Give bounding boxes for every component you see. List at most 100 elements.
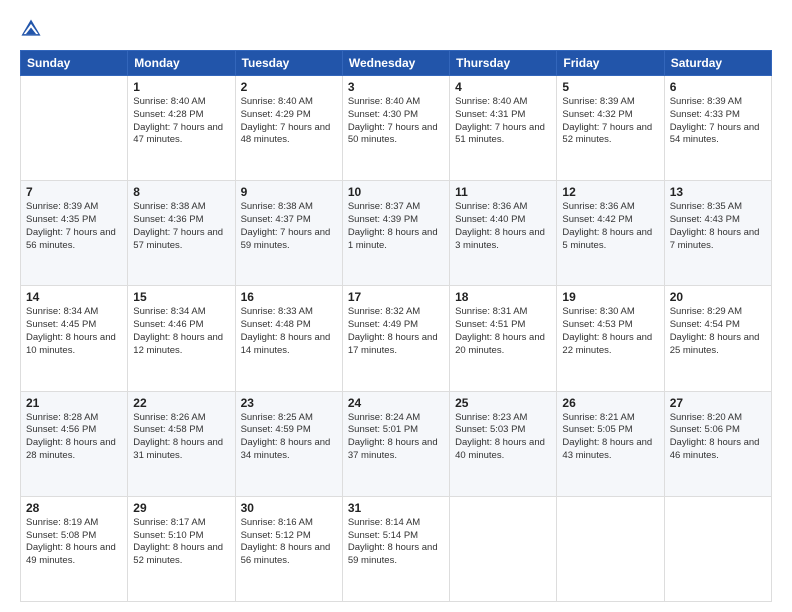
day-number: 17 <box>348 290 444 304</box>
day-info: Sunrise: 8:35 AM Sunset: 4:43 PM Dayligh… <box>670 201 766 252</box>
day-info: Sunrise: 8:40 AM Sunset: 4:31 PM Dayligh… <box>455 96 551 147</box>
calendar-cell: 25 Sunrise: 8:23 AM Sunset: 5:03 PM Dayli… <box>450 391 557 496</box>
day-info: Sunrise: 8:40 AM Sunset: 4:30 PM Dayligh… <box>348 96 444 147</box>
calendar-cell: 6 Sunrise: 8:39 AM Sunset: 4:33 PM Daylig… <box>664 76 771 181</box>
day-info: Sunrise: 8:23 AM Sunset: 5:03 PM Dayligh… <box>455 412 551 463</box>
calendar-week-1: 7Sunrise: 8:39 AM Sunset: 4:35 PM Daylig… <box>21 181 772 286</box>
day-info: Sunrise: 8:34 AM Sunset: 4:46 PM Dayligh… <box>133 306 229 357</box>
day-info: Sunrise: 8:17 AM Sunset: 5:10 PM Dayligh… <box>133 517 229 568</box>
day-info: Sunrise: 8:36 AM Sunset: 4:42 PM Dayligh… <box>562 201 658 252</box>
calendar-cell: 22 Sunrise: 8:26 AM Sunset: 4:58 PM Dayli… <box>128 391 235 496</box>
day-number: 9 <box>241 185 337 199</box>
day-info: Sunrise: 8:32 AM Sunset: 4:49 PM Dayligh… <box>348 306 444 357</box>
calendar-header-monday: Monday <box>128 51 235 76</box>
day-info: Sunrise: 8:14 AM Sunset: 5:14 PM Dayligh… <box>348 517 444 568</box>
calendar-cell: 1 Sunrise: 8:40 AM Sunset: 4:28 PM Daylig… <box>128 76 235 181</box>
calendar-cell: 29 Sunrise: 8:17 AM Sunset: 5:10 PM Dayli… <box>128 496 235 601</box>
calendar-cell: 23Sunrise: 8:25 AM Sunset: 4:59 PM Dayli… <box>235 391 342 496</box>
calendar-cell: 11Sunrise: 8:36 AM Sunset: 4:40 PM Dayli… <box>450 181 557 286</box>
day-number: 31 <box>348 501 444 515</box>
day-info: Sunrise: 8:36 AM Sunset: 4:40 PM Dayligh… <box>455 201 551 252</box>
calendar-header-row: SundayMondayTuesdayWednesdayThursdayFrid… <box>21 51 772 76</box>
day-number: 8 <box>133 185 229 199</box>
day-number: 10 <box>348 185 444 199</box>
calendar-cell: 19 Sunrise: 8:30 AM Sunset: 4:53 PM Dayli… <box>557 286 664 391</box>
day-number: 29 <box>133 501 229 515</box>
calendar-cell: 26 Sunrise: 8:21 AM Sunset: 5:05 PM Dayli… <box>557 391 664 496</box>
calendar-cell: 4 Sunrise: 8:40 AM Sunset: 4:31 PM Daylig… <box>450 76 557 181</box>
calendar-header-tuesday: Tuesday <box>235 51 342 76</box>
logo <box>20 18 44 40</box>
day-info: Sunrise: 8:19 AM Sunset: 5:08 PM Dayligh… <box>26 517 122 568</box>
page: SundayMondayTuesdayWednesdayThursdayFrid… <box>0 0 792 612</box>
calendar-cell: 17 Sunrise: 8:32 AM Sunset: 4:49 PM Dayli… <box>342 286 449 391</box>
calendar-cell: 28 Sunrise: 8:19 AM Sunset: 5:08 PM Dayli… <box>21 496 128 601</box>
calendar-header-wednesday: Wednesday <box>342 51 449 76</box>
day-number: 26 <box>562 396 658 410</box>
day-info: Sunrise: 8:25 AM Sunset: 4:59 PM Dayligh… <box>241 412 337 463</box>
day-info: Sunrise: 8:30 AM Sunset: 4:53 PM Dayligh… <box>562 306 658 357</box>
day-info: Sunrise: 8:39 AM Sunset: 4:32 PM Dayligh… <box>562 96 658 147</box>
day-info: Sunrise: 8:29 AM Sunset: 4:54 PM Dayligh… <box>670 306 766 357</box>
day-number: 2 <box>241 80 337 94</box>
day-number: 21 <box>26 396 122 410</box>
day-number: 27 <box>670 396 766 410</box>
calendar-cell: 16Sunrise: 8:33 AM Sunset: 4:48 PM Dayli… <box>235 286 342 391</box>
day-info: Sunrise: 8:16 AM Sunset: 5:12 PM Dayligh… <box>241 517 337 568</box>
calendar-cell: 2Sunrise: 8:40 AM Sunset: 4:29 PM Daylig… <box>235 76 342 181</box>
day-info: Sunrise: 8:39 AM Sunset: 4:33 PM Dayligh… <box>670 96 766 147</box>
day-info: Sunrise: 8:38 AM Sunset: 4:36 PM Dayligh… <box>133 201 229 252</box>
day-number: 1 <box>133 80 229 94</box>
calendar-header-sunday: Sunday <box>21 51 128 76</box>
calendar-table: SundayMondayTuesdayWednesdayThursdayFrid… <box>20 50 772 602</box>
day-number: 30 <box>241 501 337 515</box>
calendar-cell: 20 Sunrise: 8:29 AM Sunset: 4:54 PM Dayli… <box>664 286 771 391</box>
calendar-header-friday: Friday <box>557 51 664 76</box>
day-number: 4 <box>455 80 551 94</box>
calendar-cell: 13 Sunrise: 8:35 AM Sunset: 4:43 PM Dayli… <box>664 181 771 286</box>
logo-icon <box>20 18 42 40</box>
calendar-header-thursday: Thursday <box>450 51 557 76</box>
calendar-cell <box>557 496 664 601</box>
calendar-cell: 30 Sunrise: 8:16 AM Sunset: 5:12 PM Dayli… <box>235 496 342 601</box>
day-info: Sunrise: 8:40 AM Sunset: 4:28 PM Dayligh… <box>133 96 229 147</box>
day-number: 14 <box>26 290 122 304</box>
calendar-cell: 9Sunrise: 8:38 AM Sunset: 4:37 PM Daylig… <box>235 181 342 286</box>
calendar-cell: 3Sunrise: 8:40 AM Sunset: 4:30 PM Daylig… <box>342 76 449 181</box>
calendar-cell <box>450 496 557 601</box>
calendar-header-saturday: Saturday <box>664 51 771 76</box>
day-number: 16 <box>241 290 337 304</box>
day-info: Sunrise: 8:34 AM Sunset: 4:45 PM Dayligh… <box>26 306 122 357</box>
day-number: 25 <box>455 396 551 410</box>
day-number: 12 <box>562 185 658 199</box>
calendar-cell <box>21 76 128 181</box>
calendar-cell <box>664 496 771 601</box>
calendar-week-4: 28 Sunrise: 8:19 AM Sunset: 5:08 PM Dayli… <box>21 496 772 601</box>
calendar-cell: 27Sunrise: 8:20 AM Sunset: 5:06 PM Dayli… <box>664 391 771 496</box>
day-info: Sunrise: 8:26 AM Sunset: 4:58 PM Dayligh… <box>133 412 229 463</box>
calendar-cell: 14 Sunrise: 8:34 AM Sunset: 4:45 PM Dayli… <box>21 286 128 391</box>
day-number: 19 <box>562 290 658 304</box>
day-number: 15 <box>133 290 229 304</box>
calendar-cell: 7Sunrise: 8:39 AM Sunset: 4:35 PM Daylig… <box>21 181 128 286</box>
day-number: 18 <box>455 290 551 304</box>
calendar-cell: 10Sunrise: 8:37 AM Sunset: 4:39 PM Dayli… <box>342 181 449 286</box>
day-info: Sunrise: 8:31 AM Sunset: 4:51 PM Dayligh… <box>455 306 551 357</box>
day-number: 13 <box>670 185 766 199</box>
calendar-week-0: 1 Sunrise: 8:40 AM Sunset: 4:28 PM Daylig… <box>21 76 772 181</box>
day-number: 5 <box>562 80 658 94</box>
day-info: Sunrise: 8:21 AM Sunset: 5:05 PM Dayligh… <box>562 412 658 463</box>
day-number: 6 <box>670 80 766 94</box>
day-number: 20 <box>670 290 766 304</box>
calendar-cell: 21 Sunrise: 8:28 AM Sunset: 4:56 PM Dayli… <box>21 391 128 496</box>
day-info: Sunrise: 8:28 AM Sunset: 4:56 PM Dayligh… <box>26 412 122 463</box>
calendar-cell: 18 Sunrise: 8:31 AM Sunset: 4:51 PM Dayli… <box>450 286 557 391</box>
calendar-cell: 24Sunrise: 8:24 AM Sunset: 5:01 PM Dayli… <box>342 391 449 496</box>
header <box>20 18 772 40</box>
day-number: 28 <box>26 501 122 515</box>
calendar-cell: 5 Sunrise: 8:39 AM Sunset: 4:32 PM Daylig… <box>557 76 664 181</box>
day-number: 22 <box>133 396 229 410</box>
calendar-cell: 8 Sunrise: 8:38 AM Sunset: 4:36 PM Daylig… <box>128 181 235 286</box>
day-number: 24 <box>348 396 444 410</box>
day-info: Sunrise: 8:39 AM Sunset: 4:35 PM Dayligh… <box>26 201 122 252</box>
